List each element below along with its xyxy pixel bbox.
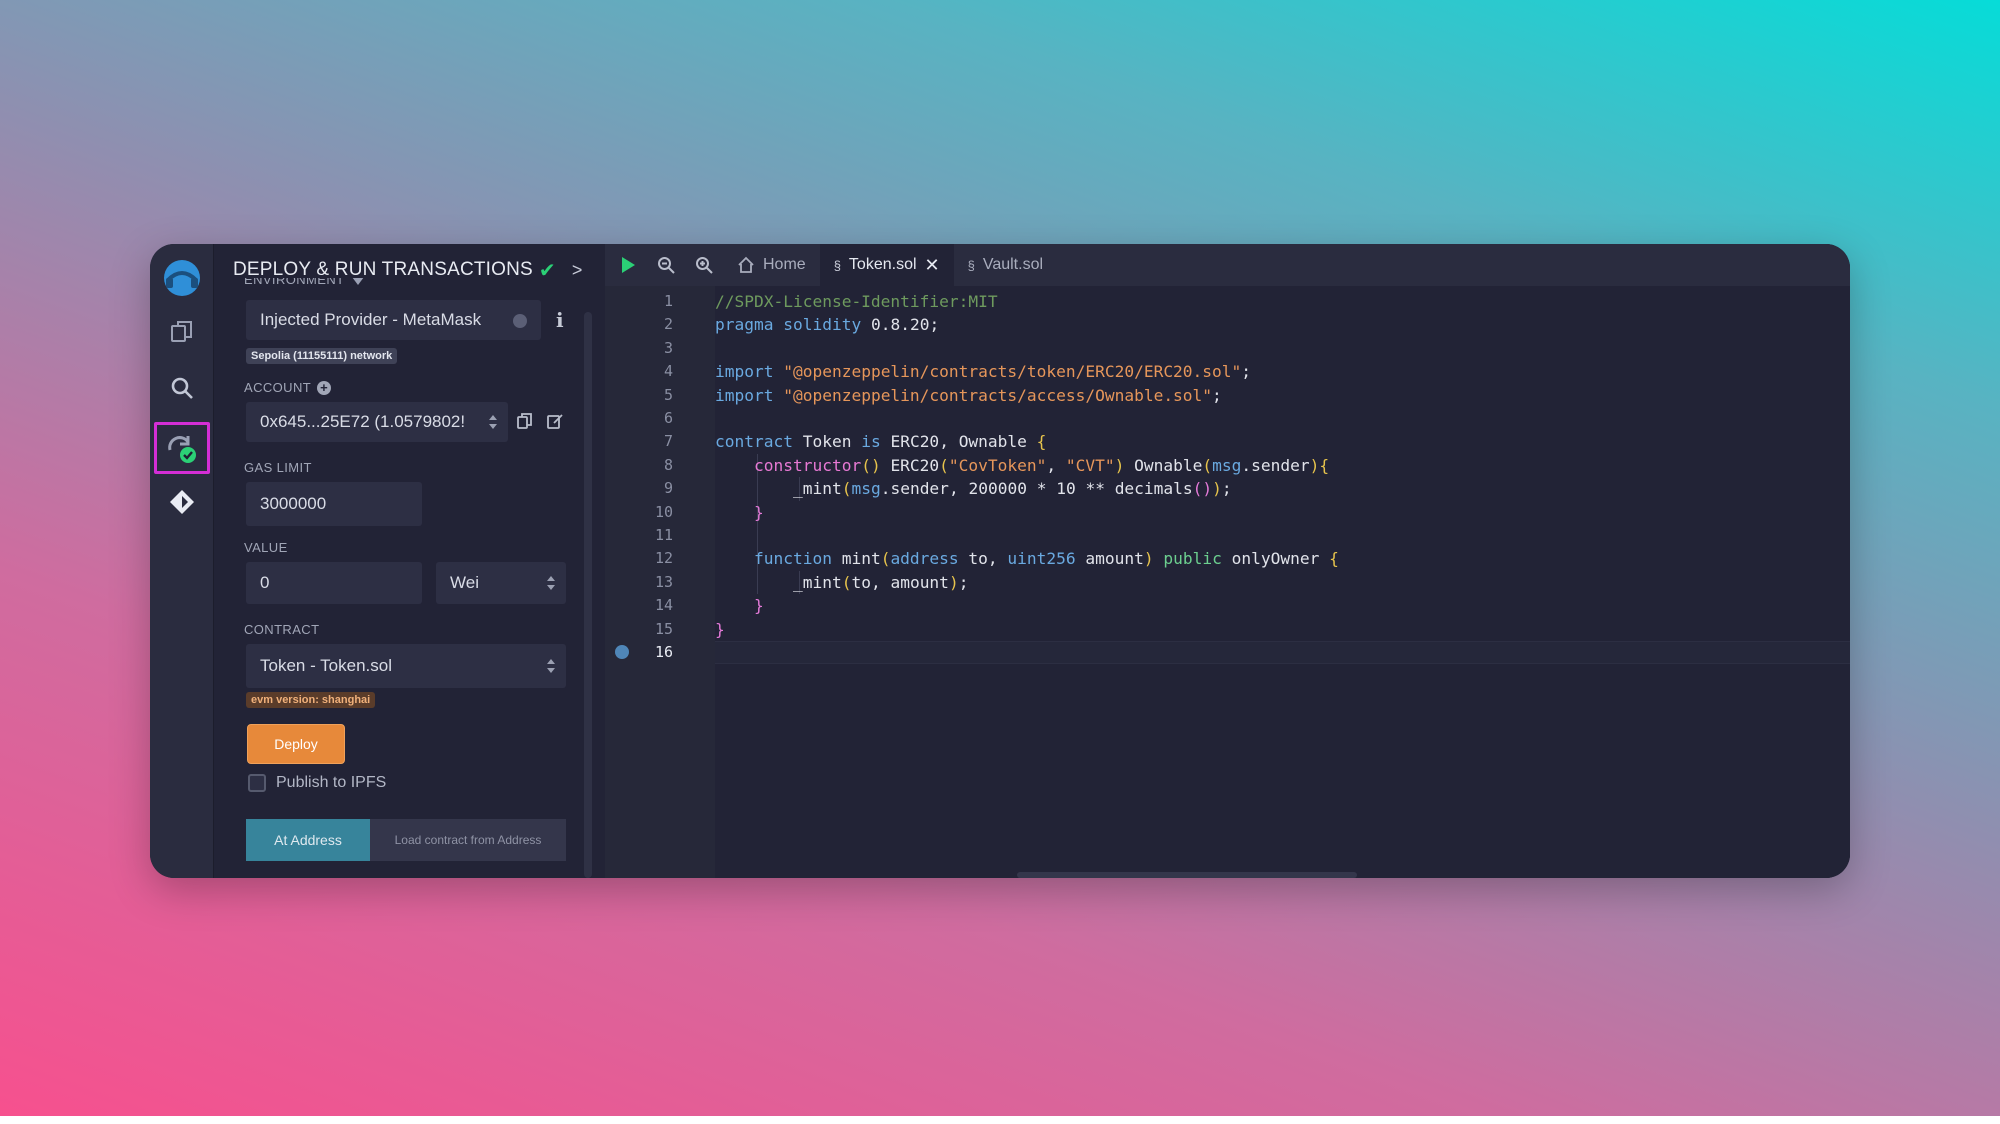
select-arrows-icon	[488, 414, 498, 430]
gas-limit-label: GAS LIMIT	[244, 460, 312, 475]
line-number: 10	[654, 502, 673, 521]
account-label-text: ACCOUNT	[244, 380, 312, 395]
icon-sidebar	[150, 244, 214, 878]
code-line: contract Token is ERC20, Ownable {	[715, 432, 1047, 452]
editor-horizontal-scrollbar[interactable]	[1017, 872, 1357, 878]
line-number: 2	[663, 315, 673, 334]
contract-select[interactable]: Token - Token.sol	[246, 644, 566, 688]
code-line: }	[753, 596, 764, 616]
line-number: 9	[663, 479, 673, 498]
line-number: 12	[654, 549, 673, 568]
value-unit-text: Wei	[450, 573, 479, 592]
line-number: 8	[663, 455, 673, 474]
environment-label-text: ENVIRONMENT	[244, 278, 345, 287]
code-line: //SPDX-License-Identifier:MIT	[715, 292, 998, 311]
line-number: 13	[654, 572, 673, 591]
line-number: 7	[663, 432, 673, 451]
plus-circle-icon[interactable]: +	[317, 380, 332, 395]
code-line: }	[715, 619, 725, 639]
run-play-icon[interactable]	[609, 244, 647, 286]
code-line: }	[753, 502, 764, 522]
remix-ide-window: DEPLOY & RUN TRANSACTIONS ✔ > ENVIRONMEN…	[150, 244, 1850, 878]
line-number: 6	[663, 409, 673, 427]
copy-icon[interactable]	[516, 412, 534, 435]
deploy-button[interactable]: Deploy	[247, 724, 345, 764]
deploy-run-plugin-icon[interactable]	[154, 422, 210, 474]
account-label: ACCOUNT +	[244, 380, 332, 395]
select-arrows-icon	[546, 575, 556, 591]
solidity-file-icon: §	[833, 257, 841, 273]
code-line: _mint(to, amount);	[792, 572, 969, 592]
check-icon: ✔	[538, 259, 556, 282]
search-icon[interactable]	[154, 362, 210, 414]
select-arrows-icon	[546, 658, 556, 674]
home-icon	[738, 256, 754, 273]
line-number: 4	[663, 362, 673, 381]
publish-ipfs-checkbox[interactable]	[248, 774, 266, 792]
chevron-right-icon[interactable]: >	[572, 260, 583, 281]
code-line: function mint(address to, uint256 amount…	[753, 549, 1339, 569]
tab-home-label: Home	[763, 256, 806, 273]
code-line: import "@openzeppelin/contracts/token/ER…	[715, 362, 1252, 382]
contract-label: CONTRACT	[244, 622, 320, 637]
breakpoint-dot-icon[interactable]	[615, 645, 629, 659]
code-line: import "@openzeppelin/contracts/access/O…	[715, 385, 1222, 405]
line-number: 1	[663, 292, 673, 310]
code-line: constructor() ERC20("CovToken", "CVT") O…	[753, 455, 1330, 475]
tab-token-sol-label: Token.sol	[848, 256, 917, 273]
load-contract-input[interactable]: Load contract from Address	[370, 819, 566, 861]
line-number: 3	[663, 338, 673, 357]
funnel-icon[interactable]	[352, 278, 365, 285]
gas-limit-input[interactable]: 3000000	[246, 482, 422, 526]
environment-label: ENVIRONMENT	[244, 278, 365, 290]
account-value: 0x645...25E72 (1.0579802!	[260, 412, 466, 431]
environment-value: Injected Provider - MetaMask	[260, 310, 482, 329]
info-icon[interactable]: i	[556, 308, 564, 332]
line-number: 15	[654, 619, 673, 638]
tab-vault-sol-label: Vault.sol	[982, 256, 1044, 273]
value-label: VALUE	[244, 540, 288, 555]
editor-tabbar: Home § Token.sol ✕ § Vault.sol	[605, 244, 1850, 286]
at-address-button[interactable]: At Address	[246, 819, 370, 861]
tab-token-sol[interactable]: § Token.sol ✕	[819, 244, 954, 286]
publish-ipfs-label: Publish to IPFS	[276, 774, 387, 791]
value-amount-input[interactable]: 0	[246, 562, 422, 604]
tab-vault-sol[interactable]: § Vault.sol	[954, 244, 1057, 286]
evm-version-badge: evm version: shanghai	[246, 692, 376, 708]
plugin-diamond-icon[interactable]	[154, 476, 210, 528]
zoom-in-icon[interactable]	[685, 244, 723, 286]
editor: Home § Token.sol ✕ § Vault.sol 123456789…	[605, 244, 1850, 878]
network-badge: Sepolia (11155111) network	[246, 348, 398, 364]
select-toggle-icon	[513, 314, 527, 328]
close-icon[interactable]: ✕	[925, 255, 940, 276]
code-area[interactable]: //SPDX-License-Identifier:MIT pragma soli…	[715, 286, 1850, 878]
bottom-band	[0, 1116, 2000, 1124]
file-explorer-icon[interactable]	[154, 306, 210, 358]
remix-logo-icon[interactable]	[154, 252, 210, 304]
line-number: 5	[663, 385, 673, 404]
panel-scrollbar[interactable]	[584, 312, 592, 878]
line-number-gutter: 1 2 3 4 5 6 7 8 9 10 11 12 13 14 15 16	[605, 286, 715, 878]
contract-value: Token - Token.sol	[260, 656, 392, 675]
code-line: pragma solidity 0.8.20;	[715, 315, 940, 335]
account-select[interactable]: 0x645...25E72 (1.0579802!	[246, 402, 508, 442]
edit-icon[interactable]	[546, 412, 564, 435]
zoom-out-icon[interactable]	[647, 244, 685, 286]
line-number: 11	[654, 526, 673, 544]
solidity-file-icon: §	[967, 257, 975, 273]
environment-select[interactable]: Injected Provider - MetaMask	[246, 300, 541, 340]
code-line: _mint(msg.sender, 200000 * 10 ** decimal…	[792, 479, 1232, 499]
tab-home[interactable]: Home	[723, 244, 820, 286]
deploy-run-panel: DEPLOY & RUN TRANSACTIONS ✔ > ENVIRONMEN…	[214, 244, 594, 878]
line-number: 14	[654, 596, 673, 615]
value-unit-select[interactable]: Wei	[436, 562, 566, 604]
